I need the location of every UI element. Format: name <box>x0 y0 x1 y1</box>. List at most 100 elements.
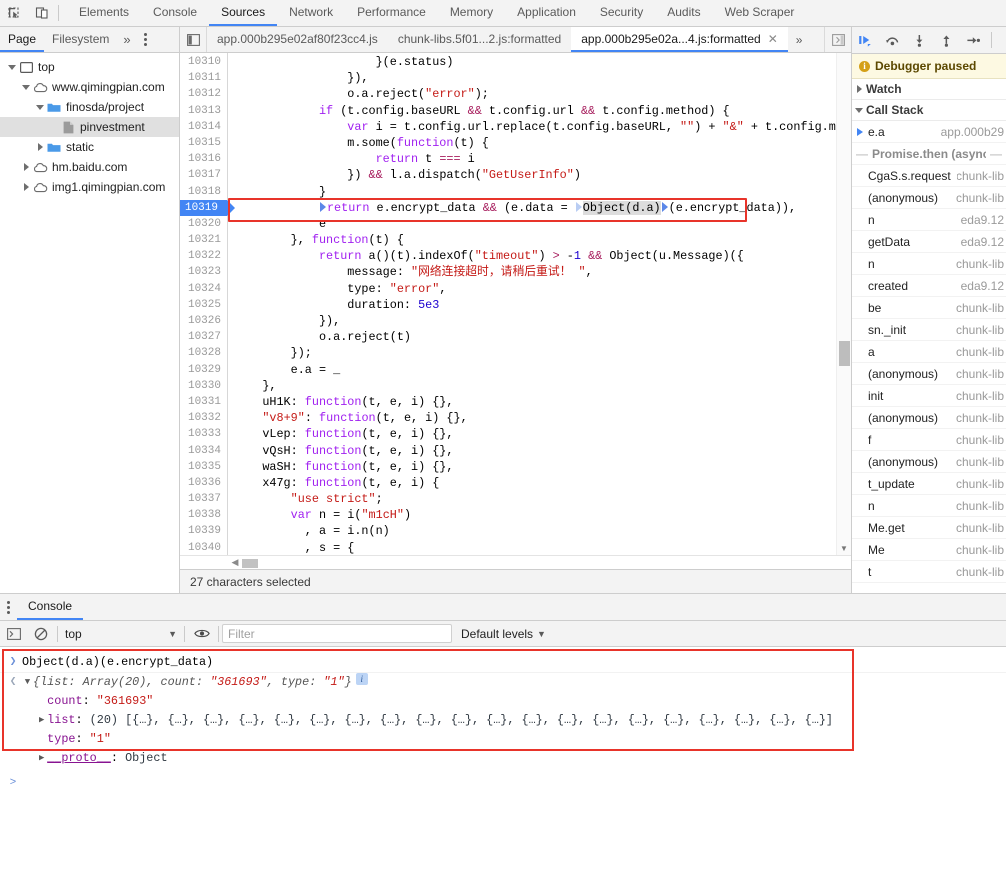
tab-security[interactable]: Security <box>588 0 655 26</box>
tree-item-img1-qimingpian-com[interactable]: img1.qimingpian.com <box>0 177 179 197</box>
line-number[interactable]: 10339 <box>180 523 227 539</box>
call-marker-icon[interactable] <box>661 201 668 212</box>
line-number[interactable]: 10340 <box>180 540 227 555</box>
line-number[interactable]: 10325 <box>180 297 227 313</box>
console-object-property[interactable]: ▶ __proto__: Object <box>0 749 1006 768</box>
line-number[interactable]: 10323 <box>180 264 227 280</box>
code-line[interactable]: duration: 5e3 <box>234 297 851 313</box>
call-stack-row[interactable]: f chunk-lib <box>852 429 1006 451</box>
scroll-left-arrow-icon[interactable]: ◀ <box>228 557 242 568</box>
chevron-down-icon[interactable] <box>20 84 32 90</box>
line-number[interactable]: 10332 <box>180 410 227 426</box>
console-object-property[interactable]: count: "361693" <box>0 692 1006 711</box>
editor-tab-app-js-formatted[interactable]: app.000b295e02a...4.js:formatted ✕ <box>571 27 788 52</box>
code-line[interactable]: }), <box>234 313 851 329</box>
clear-console-icon[interactable] <box>27 621 54 646</box>
console-message-list[interactable]: ❯ Object(d.a)(e.encrypt_data) ❮ ▼ {list: … <box>0 647 1006 890</box>
call-stack-row[interactable]: n chunk-lib <box>852 253 1006 275</box>
tree-item-www-qimingpian-com[interactable]: www.qimingpian.com <box>0 77 179 97</box>
code-line[interactable]: e <box>234 216 851 232</box>
line-number[interactable]: 10315 <box>180 135 227 151</box>
chevron-right-icon[interactable] <box>20 183 32 191</box>
tab-memory[interactable]: Memory <box>438 0 505 26</box>
tab-elements[interactable]: Elements <box>67 0 141 26</box>
drawer-tab-console[interactable]: Console <box>17 594 84 620</box>
code-line[interactable]: return t === i <box>234 151 851 167</box>
tree-item-static[interactable]: static <box>0 137 179 157</box>
call-stack-row[interactable]: e.a app.000b29 <box>852 121 1006 143</box>
hscroll-track[interactable] <box>242 557 851 569</box>
code-line[interactable]: }, function(t) { <box>234 232 851 248</box>
editor-tab-chunk-libs-formatted[interactable]: chunk-libs.5f01...2.js:formatted <box>388 27 571 52</box>
code-line[interactable]: }); <box>234 345 851 361</box>
tab-performance[interactable]: Performance <box>345 0 438 26</box>
line-number[interactable]: 10313 <box>180 103 227 119</box>
line-number[interactable]: 10330 <box>180 378 227 394</box>
navigator-more-tabs-icon[interactable]: » <box>117 27 136 52</box>
call-stack-row[interactable]: init chunk-lib <box>852 385 1006 407</box>
code-line[interactable]: e.a = _ <box>234 362 851 378</box>
call-marker-icon[interactable] <box>319 201 326 212</box>
code-line[interactable]: uH1K: function(t, e, i) {}, <box>234 394 851 410</box>
code-line[interactable]: x47g: function(t, e, i) { <box>234 475 851 491</box>
console-log-levels-select[interactable]: Default levels ▼ <box>461 627 546 641</box>
step-icon[interactable] <box>960 27 987 53</box>
tab-audits[interactable]: Audits <box>655 0 712 26</box>
tab-sources[interactable]: Sources <box>209 0 278 26</box>
line-number[interactable]: 10328 <box>180 345 227 361</box>
watch-section-header[interactable]: Watch <box>852 79 1006 100</box>
line-number[interactable]: 10335 <box>180 459 227 475</box>
editor-tab-app-js[interactable]: app.000b295e02af80f23cc4.js <box>207 27 388 52</box>
call-stack-row[interactable]: be chunk-lib <box>852 297 1006 319</box>
code-line[interactable]: "use strict"; <box>234 491 851 507</box>
editor-vertical-scrollbar[interactable]: ▼ <box>836 53 851 555</box>
tree-item-hm-baidu-com[interactable]: hm.baidu.com <box>0 157 179 177</box>
call-stack-row[interactable]: (anonymous) chunk-lib <box>852 187 1006 209</box>
code-line[interactable]: "v8+9": function(t, e, i) {}, <box>234 410 851 426</box>
line-number[interactable]: 10310 <box>180 54 227 70</box>
show-navigator-icon[interactable] <box>180 27 207 52</box>
step-into-icon[interactable] <box>906 27 933 53</box>
line-number[interactable]: 10329 <box>180 362 227 378</box>
step-over-icon[interactable] <box>879 27 906 53</box>
execution-context-select[interactable]: top ▼ <box>61 624 181 644</box>
console-sidebar-icon[interactable] <box>0 621 27 646</box>
line-number[interactable]: 10333 <box>180 426 227 442</box>
line-number[interactable]: 10317 <box>180 167 227 183</box>
editor-horizontal-scrollbar[interactable]: ◀ <box>180 555 851 569</box>
call-stack-row[interactable]: t chunk-lib <box>852 561 1006 583</box>
call-stack-row[interactable]: (anonymous) chunk-lib <box>852 407 1006 429</box>
code-line[interactable]: }(e.status) <box>234 54 851 70</box>
call-stack-row[interactable]: a chunk-lib <box>852 341 1006 363</box>
console-object-property[interactable]: type: "1" <box>0 730 1006 749</box>
call-marker-icon[interactable] <box>575 201 582 212</box>
resume-script-icon[interactable] <box>852 27 879 53</box>
line-number[interactable]: 10314 <box>180 119 227 135</box>
call-stack-row[interactable]: created 12.eda9 <box>852 275 1006 297</box>
code-line[interactable]: var n = i("m1cH") <box>234 507 851 523</box>
code-line[interactable]: } <box>234 184 851 200</box>
line-number[interactable]: 10320 <box>180 216 227 232</box>
navigator-options-icon[interactable] <box>137 27 154 52</box>
call-stack-row[interactable]: t_update chunk-lib <box>852 473 1006 495</box>
code-line[interactable]: , a = i.n(n) <box>234 523 851 539</box>
line-number-current[interactable]: 10319 <box>180 199 235 216</box>
line-number[interactable]: 10311 <box>180 70 227 86</box>
line-number[interactable]: 10326 <box>180 313 227 329</box>
line-number[interactable]: 10331 <box>180 394 227 410</box>
inspect-cursor-icon[interactable] <box>0 0 28 26</box>
code-line[interactable]: return a()(t).indexOf("timeout") > -1 &&… <box>234 248 851 264</box>
line-number[interactable]: 10322 <box>180 248 227 264</box>
line-number[interactable]: 10334 <box>180 443 227 459</box>
code-line[interactable]: message: "网络连接超时，请稍后重试！ ", <box>234 264 851 280</box>
tree-item-pinvestment[interactable]: pinvestment <box>0 117 179 137</box>
call-stack-row[interactable]: (anonymous) chunk-lib <box>852 451 1006 473</box>
code-line[interactable]: vQsH: function(t, e, i) {}, <box>234 443 851 459</box>
info-badge-icon[interactable]: i <box>355 673 368 685</box>
line-number[interactable]: 10327 <box>180 329 227 345</box>
line-number[interactable]: 10312 <box>180 86 227 102</box>
tab-application[interactable]: Application <box>505 0 588 26</box>
code-line[interactable]: waSH: function(t, e, i) {}, <box>234 459 851 475</box>
console-filter-input[interactable] <box>222 624 452 643</box>
show-debugger-sidebar-icon[interactable] <box>824 27 851 52</box>
